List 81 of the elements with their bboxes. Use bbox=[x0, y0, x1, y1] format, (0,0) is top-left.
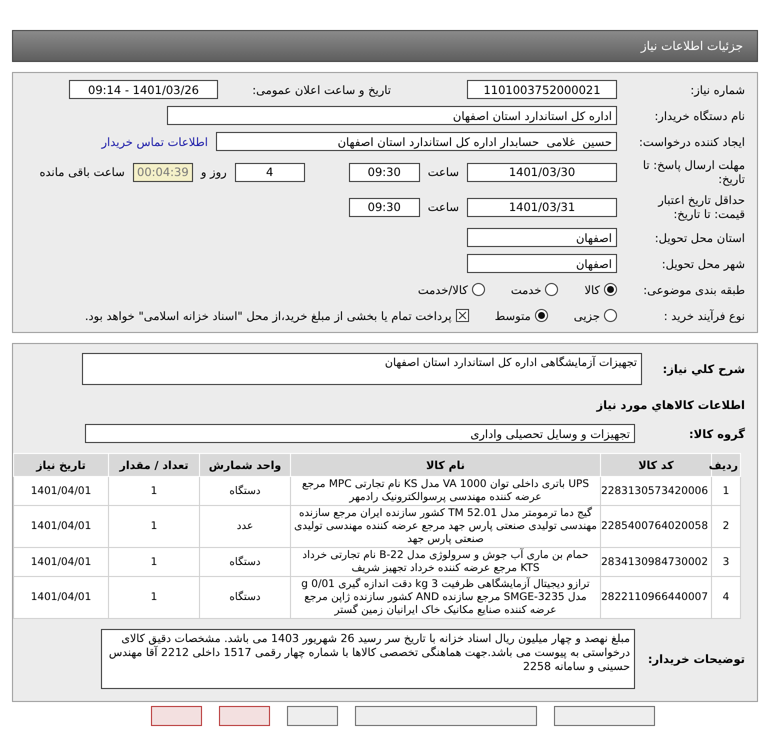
remaining-label: ساعت باقی مانده bbox=[40, 165, 125, 179]
requester-field[interactable]: حسین غلامی حسابدار اداره کل استاندارد استان اصفهان bbox=[216, 132, 617, 151]
radio-button[interactable] bbox=[604, 309, 617, 322]
field-label: شهر محل تحویل: bbox=[660, 256, 745, 270]
field-label: توضیحات خریدار: bbox=[646, 652, 745, 666]
table-cell: 2 bbox=[712, 506, 740, 548]
field-label: نام دستگاه خریدار: bbox=[653, 108, 745, 122]
field-label: استان محل تحویل: bbox=[654, 230, 745, 244]
time-label: ساعت bbox=[428, 200, 459, 214]
field-label: طبقه بندی موضوعی: bbox=[642, 282, 745, 296]
field-label: مهلت ارسال پاسخ: تا تاریخ: bbox=[642, 158, 745, 186]
field-label: شماره نیاز: bbox=[689, 82, 745, 96]
button[interactable] bbox=[355, 706, 537, 726]
table-cell: 1401/04/01 bbox=[14, 548, 108, 576]
field-label: گروه کالا: bbox=[688, 426, 745, 440]
table-cell: 1 bbox=[712, 476, 740, 506]
option-label: کالا/خدمت bbox=[418, 282, 468, 296]
option-label: متوسط bbox=[494, 308, 531, 322]
buyer-notes-field: مبلغ نهصد و چهار میلیون ریال اسناد خزانه با تاریخ سر رسید 26 شهریور 1403 می باشد. مشخصات دقیق کالای درخواستی به پیوست می باشد.جهت هماهنگی تخصصی کالاها با شماره چهار رقمی 1517 داخلی 2212 آقا مهندس حسینی و سامانه 2258 bbox=[101, 629, 635, 689]
field-label: نوع فرآیند خرید : bbox=[662, 308, 745, 322]
table-cell: گیج دما ترمومتر مدل TM 52.01 کشور سازنده ایران مرجع سازنده مهندسی تولیدی صنعتی پارس جهد مرجع عرضه کننده مهندسی تولیدی صنعتی پارس جهد bbox=[290, 506, 600, 548]
reply-time-field[interactable]: 09:30 bbox=[348, 162, 420, 182]
field-label: اطلاعات کالاهاي مورد نياز bbox=[595, 398, 745, 412]
button[interactable] bbox=[219, 706, 270, 726]
days-label: روز و bbox=[200, 165, 227, 179]
table-cell: 4 bbox=[712, 576, 740, 618]
table-cell: عدد bbox=[200, 506, 290, 548]
column-header: تاریخ نیاز bbox=[14, 454, 108, 476]
table-cell: 2834130984730002 bbox=[600, 548, 712, 576]
need-number-field[interactable]: 1101003752000021 bbox=[467, 80, 617, 99]
table-cell: 2283130573420006 bbox=[600, 476, 712, 506]
table-cell: 1401/04/01 bbox=[14, 506, 108, 548]
table-cell: 1401/04/01 bbox=[14, 576, 108, 618]
option-label: جزیی bbox=[574, 308, 600, 322]
table-cell: دستگاه bbox=[200, 576, 290, 618]
days-field[interactable]: 4 bbox=[234, 162, 305, 182]
table-cell: 3 bbox=[712, 548, 740, 576]
radio-button[interactable] bbox=[545, 283, 558, 296]
radio-button[interactable] bbox=[534, 309, 548, 322]
button[interactable] bbox=[287, 706, 338, 726]
column-header: نام کالا bbox=[290, 454, 600, 476]
checkbox-label: پرداخت تمام یا بخشی از مبلغ خرید،از محل "اسناد خزانه اسلامی" خواهد بود. bbox=[84, 308, 452, 322]
radio-button[interactable] bbox=[604, 283, 617, 296]
field-label: تاریخ و ساعت اعلان عمومی: bbox=[251, 82, 391, 96]
column-header: واحد شمارش bbox=[200, 454, 290, 476]
option-label: کالا bbox=[584, 282, 600, 296]
table-cell: 2285400764020058 bbox=[600, 506, 712, 548]
table-cell: 1 bbox=[108, 506, 200, 548]
summary-field[interactable]: تجهیزات آزمایشگاهی اداره کل استاندارد استان اصفهان bbox=[82, 353, 642, 385]
button[interactable] bbox=[554, 706, 655, 726]
field-label: حداقل تاریخ اعتبار قیمت: تا تاریخ: bbox=[656, 193, 745, 221]
table-cell: 1 bbox=[108, 548, 200, 576]
validity-date-field[interactable]: 1401/03/31 bbox=[467, 198, 617, 216]
contact-link[interactable]: اطلاعات تماس خریدار bbox=[101, 134, 208, 148]
goods-group-field[interactable]: تجهیزات و وسایل تحصیلی واداری bbox=[85, 424, 635, 443]
button[interactable] bbox=[151, 706, 202, 726]
page-header: جزئیات اطلاعات نیاز bbox=[12, 30, 758, 62]
table-cell: دستگاه bbox=[200, 476, 290, 506]
column-header: ردیف bbox=[712, 454, 740, 476]
validity-time-field[interactable]: 09:30 bbox=[348, 198, 420, 216]
province-field[interactable]: اصفهان bbox=[467, 228, 617, 247]
option-label: خدمت bbox=[510, 282, 542, 296]
table-cell: 1 bbox=[108, 476, 200, 506]
table-cell: 1 bbox=[108, 576, 200, 618]
table-cell: UPS باتری داخلی توان 1000 VA مدل KS نام تجارتی MPC مرجع عرضه کننده مهندسی پرسوالکترونیک رادمهر bbox=[290, 476, 600, 506]
table-cell: ترازو دیجیتال آزمایشگاهی ظرفیت 3 kg دقت اندازه گیری 0/01 g مدل SMGE-3235 مرجع سازنده AND کشور سازنده ژاپن مرجع عرضه کننده صنایع مکانیک خاک ایرانیان زمین گستر bbox=[290, 576, 600, 618]
buyer-org-field[interactable]: اداره کل استاندارد استان اصفهان bbox=[167, 106, 617, 125]
column-header: تعداد / مقدار bbox=[108, 454, 200, 476]
table-cell: دستگاه bbox=[200, 548, 290, 576]
field-label: شرح کلي نياز: bbox=[662, 362, 745, 376]
checkbox[interactable] bbox=[456, 309, 469, 322]
remaining-time-field[interactable]: 00:04:39 bbox=[132, 162, 193, 182]
table-cell: 2822110966440007 bbox=[600, 576, 712, 618]
city-field[interactable]: اصفهان bbox=[467, 254, 617, 273]
table-cell: 1401/04/01 bbox=[14, 476, 108, 506]
table-cell: حمام بن ماری آب جوش و سرولوژی مدل B-22 نام تجارتی خرداد KTS مرجع عرضه کننده خرداد تجهیز شریف bbox=[290, 548, 600, 576]
radio-button[interactable] bbox=[472, 283, 485, 296]
time-label: ساعت bbox=[428, 165, 459, 179]
field-label: ایجاد کننده درخواست: bbox=[638, 134, 745, 148]
reply-date-field[interactable]: 1401/03/30 bbox=[467, 162, 617, 182]
announce-date-field[interactable]: 1401/03/26 - 09:14 bbox=[69, 80, 218, 99]
